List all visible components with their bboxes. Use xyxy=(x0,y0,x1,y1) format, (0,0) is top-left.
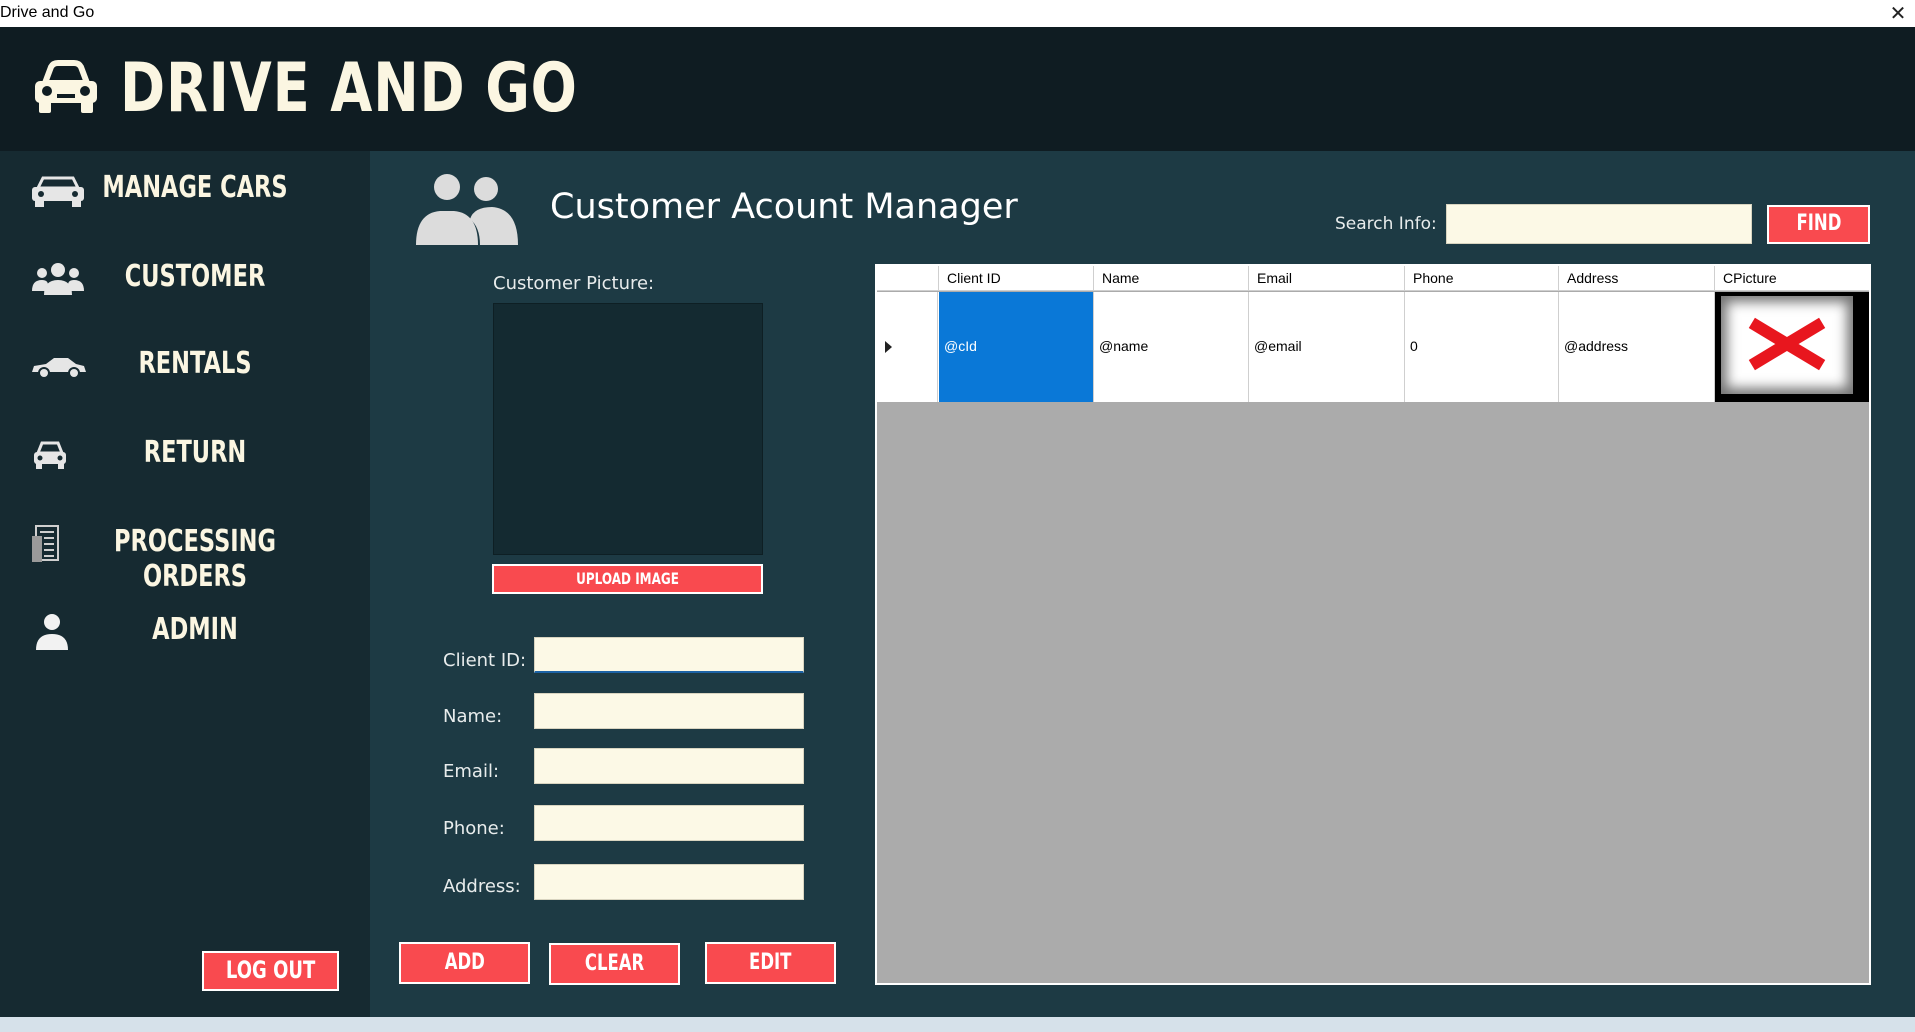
customers-icon xyxy=(416,174,518,245)
broken-image-icon xyxy=(1748,317,1826,371)
email-field[interactable] xyxy=(534,748,804,784)
grid-corner-header xyxy=(877,266,939,291)
sidebar-item-label: MANAGE CARS xyxy=(102,170,288,205)
orders-icon xyxy=(32,525,59,562)
main-panel: Customer Acount Manager Search Info: FIN… xyxy=(370,151,1915,1017)
column-header-phone[interactable]: Phone xyxy=(1405,266,1559,291)
column-header-client-id[interactable]: Client ID xyxy=(939,266,1094,291)
phone-field[interactable] xyxy=(534,805,804,841)
name-field[interactable] xyxy=(534,693,804,729)
address-field[interactable] xyxy=(534,864,804,900)
taskbar-strip xyxy=(0,1017,1915,1032)
address-label: Address: xyxy=(443,876,521,897)
sidebar-item-return[interactable]: RETURN xyxy=(0,423,370,487)
cell-phone[interactable]: 0 xyxy=(1405,292,1559,402)
email-label: Email: xyxy=(443,761,500,782)
close-icon[interactable]: ✕ xyxy=(1885,0,1911,26)
sidebar-item-manage-cars[interactable]: MANAGE CARS xyxy=(0,158,370,222)
window-title: Drive and Go xyxy=(0,4,95,21)
find-button[interactable]: FIND xyxy=(1767,205,1870,244)
car-front-icon xyxy=(35,60,97,113)
grid-header: Client ID Name Email Phone Address CPict… xyxy=(877,266,1869,291)
edit-button[interactable]: EDIT xyxy=(705,942,836,984)
cars-icon xyxy=(32,176,84,207)
row-selector-arrow-icon xyxy=(885,341,892,353)
customer-picture-label: Customer Picture: xyxy=(493,273,655,294)
sidebar-item-label: ADMIN xyxy=(152,612,238,647)
cell-address[interactable]: @address xyxy=(1559,292,1715,402)
customer-grid[interactable]: Client ID Name Email Phone Address CPict… xyxy=(875,264,1871,985)
table-row[interactable]: @cId @name @email 0 @address xyxy=(877,292,1869,402)
sedan-icon xyxy=(32,358,86,379)
upload-image-button[interactable]: UPLOAD IMAGE xyxy=(492,564,763,594)
sidebar-item-label: CUSTOMER xyxy=(124,259,266,294)
sidebar-item-admin[interactable]: ADMIN xyxy=(0,600,370,664)
app-header: DRIVE AND GO xyxy=(0,27,1915,151)
page-title: Customer Acount Manager xyxy=(550,187,1018,227)
sidebar-item-label: RETURN xyxy=(143,435,247,470)
search-label: Search Info: xyxy=(1335,214,1437,234)
column-header-cpicture[interactable]: CPicture xyxy=(1715,266,1869,291)
sidebar-item-label: RENTALS xyxy=(138,346,252,381)
name-label: Name: xyxy=(443,706,503,727)
logout-button[interactable]: LOG OUT xyxy=(202,951,339,991)
users-icon xyxy=(32,263,84,295)
car-icon xyxy=(34,441,66,469)
sidebar-item-rentals[interactable]: RENTALS xyxy=(0,334,370,398)
customer-picture-box xyxy=(493,303,763,555)
cell-email[interactable]: @email xyxy=(1249,292,1405,402)
cell-client-id[interactable]: @cId xyxy=(939,292,1094,402)
user-icon xyxy=(36,614,68,650)
cell-cpicture[interactable] xyxy=(1715,292,1869,402)
window-titlebar: Drive and Go ✕ xyxy=(0,0,1915,27)
picture-frame xyxy=(1721,296,1853,394)
sidebar-item-processing-orders[interactable]: PROCESSING ORDERS xyxy=(0,512,370,594)
client-id-label: Client ID: xyxy=(443,650,527,671)
add-button[interactable]: ADD xyxy=(399,942,530,984)
search-input[interactable] xyxy=(1446,204,1752,244)
column-header-name[interactable]: Name xyxy=(1094,266,1249,291)
sidebar-item-customer[interactable]: CUSTOMER xyxy=(0,247,370,311)
client-id-field[interactable] xyxy=(534,637,804,673)
sidebar: MANAGE CARS CUSTOMER RENTALS RETURN PROC… xyxy=(0,151,370,1017)
cell-name[interactable]: @name xyxy=(1094,292,1249,402)
clear-button[interactable]: CLEAR xyxy=(549,943,680,985)
phone-label: Phone: xyxy=(443,818,505,839)
column-header-email[interactable]: Email xyxy=(1249,266,1405,291)
column-header-address[interactable]: Address xyxy=(1559,266,1715,291)
app-title: DRIVE AND GO xyxy=(120,49,578,128)
sidebar-item-label: PROCESSING ORDERS xyxy=(114,524,276,594)
row-header[interactable] xyxy=(877,292,938,402)
